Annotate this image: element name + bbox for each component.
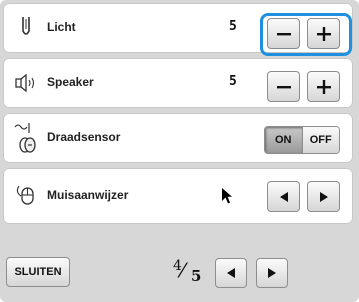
toggle-off-option[interactable]: OFF <box>301 127 339 153</box>
light-decrease-button[interactable] <box>267 18 300 49</box>
page-slash: ⁄ <box>181 258 185 282</box>
speaker-decrease-button[interactable] <box>267 71 300 102</box>
mouse-pointer-icon <box>13 182 39 208</box>
page-indicator: 4 ⁄ 5 <box>171 258 207 288</box>
page-next-button[interactable] <box>256 258 288 288</box>
light-increase-button[interactable] <box>307 18 340 49</box>
light-value: 5 <box>229 19 237 34</box>
thread-sensor-label: Draadsensor <box>47 130 121 144</box>
speaker-increase-button[interactable] <box>307 71 340 102</box>
page-previous-button[interactable] <box>215 258 247 288</box>
speaker-value: 5 <box>229 74 237 89</box>
arrow-cursor-icon <box>221 187 233 210</box>
speaker-label: Speaker <box>47 75 94 89</box>
speaker-row: Speaker 5 <box>3 58 353 108</box>
toggle-on-option[interactable]: ON <box>265 127 302 153</box>
page-total: 5 <box>191 267 202 285</box>
light-label: Licht <box>47 20 76 34</box>
settings-panel: Licht 5 Speaker 5 Draadsensor ON OFF Mui… <box>0 0 359 302</box>
needle-icon <box>13 15 39 41</box>
pointer-next-button[interactable] <box>307 181 340 212</box>
close-button[interactable]: SLUITEN <box>6 257 70 287</box>
thread-sensor-toggle[interactable]: ON OFF <box>264 126 340 154</box>
thread-sensor-icon <box>11 121 41 155</box>
pointer-previous-button[interactable] <box>267 181 300 212</box>
speaker-icon <box>13 70 39 96</box>
mouse-pointer-label: Muisaanwijzer <box>47 188 129 202</box>
mouse-pointer-row: Muisaanwijzer <box>3 168 353 224</box>
